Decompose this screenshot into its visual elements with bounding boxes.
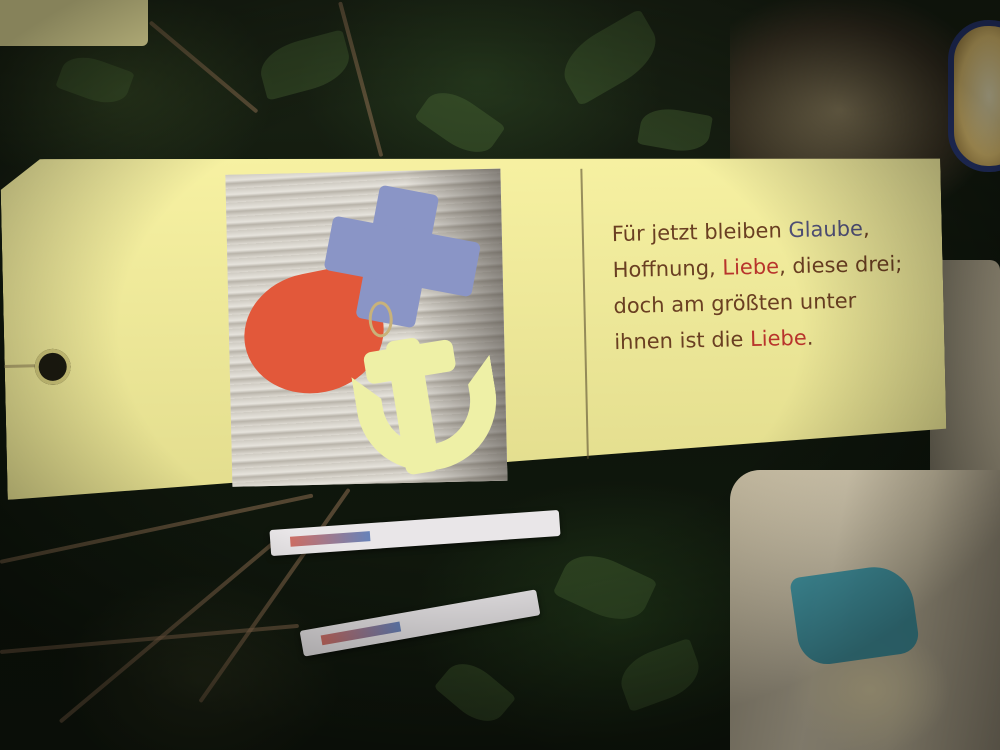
verse-text: Für jetzt bleiben — [611, 218, 789, 247]
tag-photo — [225, 168, 508, 487]
verse-text: , diese drei; — [778, 251, 903, 279]
corner-paper-note — [0, 0, 148, 46]
verse-line-2: Hoffnung, Liebe, diese drei; — [612, 245, 933, 288]
verse-text: ihnen ist die — [614, 327, 751, 355]
verse-text: Hoffnung, — [612, 255, 723, 283]
verse-line-4: ihnen ist die Liebe. — [614, 317, 935, 360]
tealight-cup — [948, 20, 1000, 172]
verse-word-liebe: Liebe — [749, 325, 808, 352]
verse-text: . — [806, 325, 814, 350]
verse-text: , — [862, 216, 870, 241]
verse-word-liebe: Liebe — [722, 254, 780, 280]
verse-word-glaube: Glaube — [788, 216, 864, 243]
photo-scene: Für jetzt bleiben Glaube, Hoffnung, Lieb… — [0, 0, 1000, 750]
ring-icon — [368, 301, 394, 338]
gift-tag: Für jetzt bleiben Glaube, Hoffnung, Lieb… — [0, 139, 947, 500]
blue-felt-figure — [789, 562, 921, 668]
bible-verse: Für jetzt bleiben Glaube, Hoffnung, Lieb… — [611, 209, 934, 360]
